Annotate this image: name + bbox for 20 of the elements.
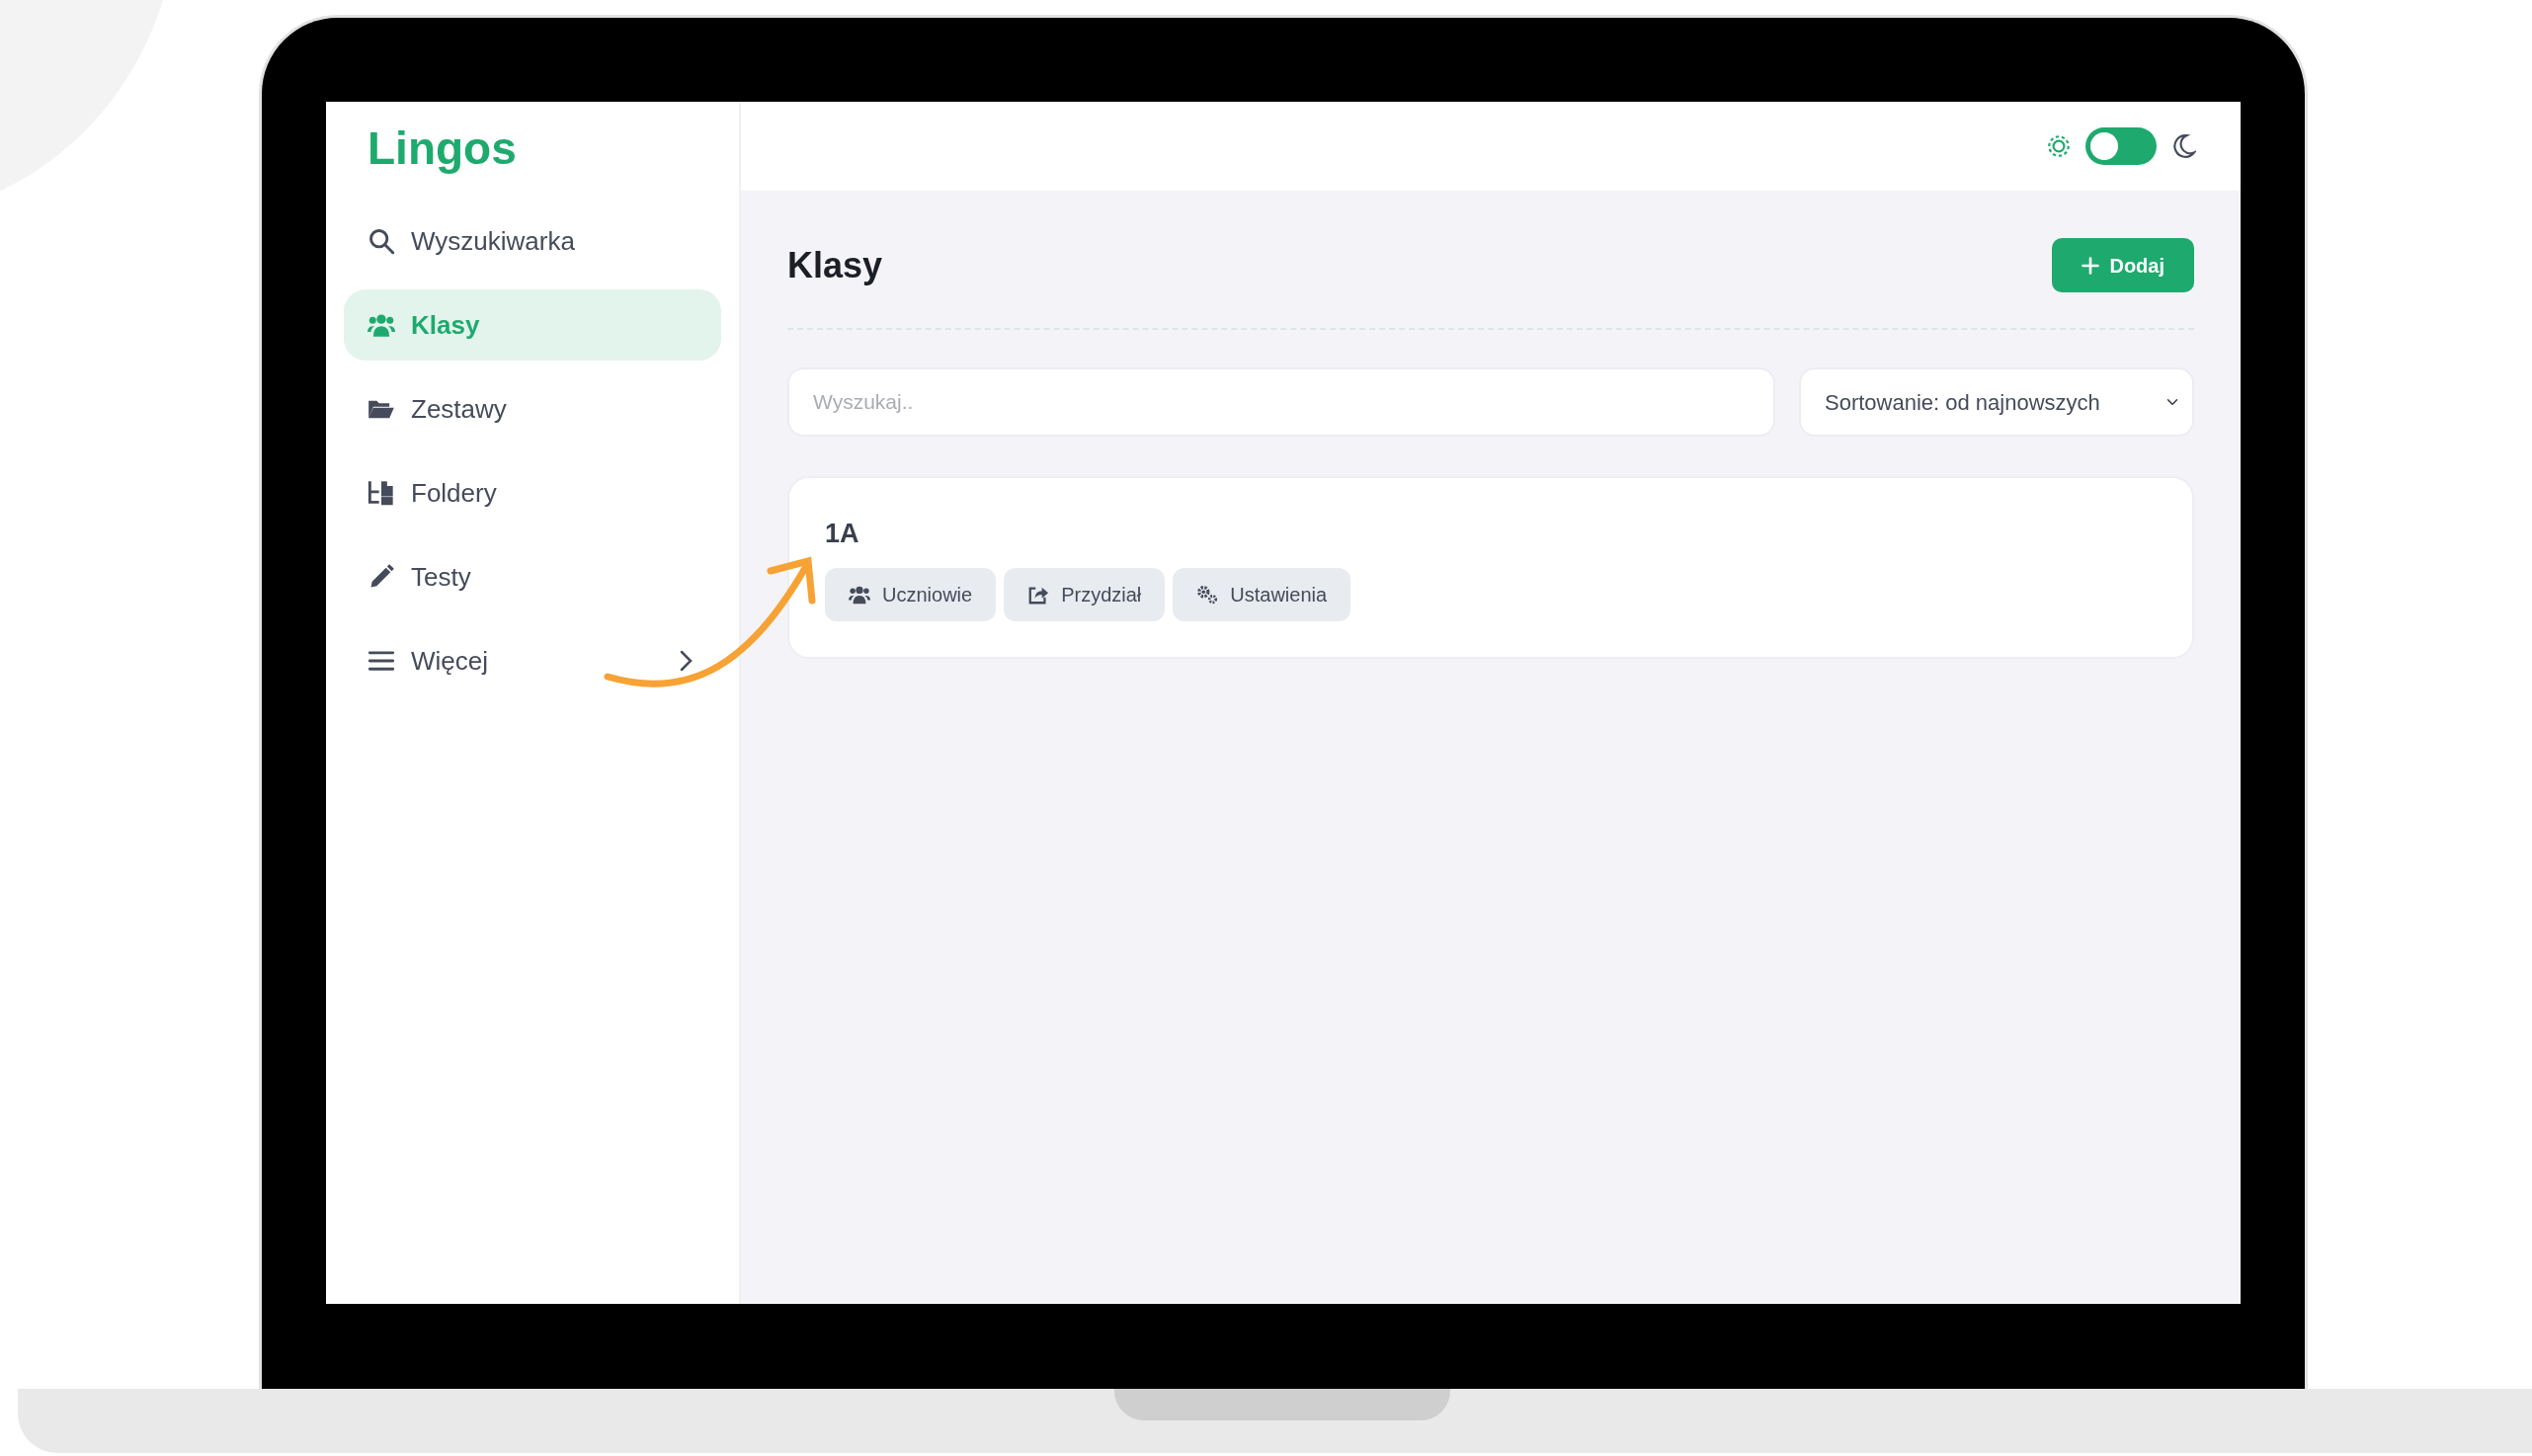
plus-icon bbox=[2082, 256, 2100, 275]
moon-icon bbox=[2170, 133, 2196, 159]
sidebar-item[interactable]: Zestawy bbox=[344, 373, 721, 445]
gears-icon bbox=[1196, 583, 1219, 606]
sun-icon bbox=[2046, 133, 2072, 159]
search-icon bbox=[368, 227, 395, 256]
class-action-button[interactable]: Uczniowie bbox=[825, 567, 997, 621]
sidebar-item[interactable]: Wyszukiwarka bbox=[344, 205, 721, 278]
class-action-button[interactable]: Ustawienia bbox=[1173, 567, 1351, 621]
class-action-button[interactable]: Przydział bbox=[1004, 567, 1166, 621]
class-name: 1A bbox=[825, 518, 860, 550]
theme-toggle[interactable] bbox=[2085, 127, 2157, 165]
logo: Lingos bbox=[367, 121, 518, 176]
sort-dropdown[interactable]: Sortowanie: od najnowszych bbox=[1799, 367, 2194, 437]
sidebar-item[interactable]: Foldery bbox=[344, 457, 721, 529]
sidebar-item[interactable]: Testy bbox=[344, 541, 721, 613]
folder-tree-icon bbox=[368, 479, 395, 508]
sidebar-item[interactable]: Więcej bbox=[344, 625, 721, 697]
page-title: Klasy bbox=[787, 243, 883, 287]
search-field[interactable]: Wyszukaj.. bbox=[787, 367, 1775, 437]
